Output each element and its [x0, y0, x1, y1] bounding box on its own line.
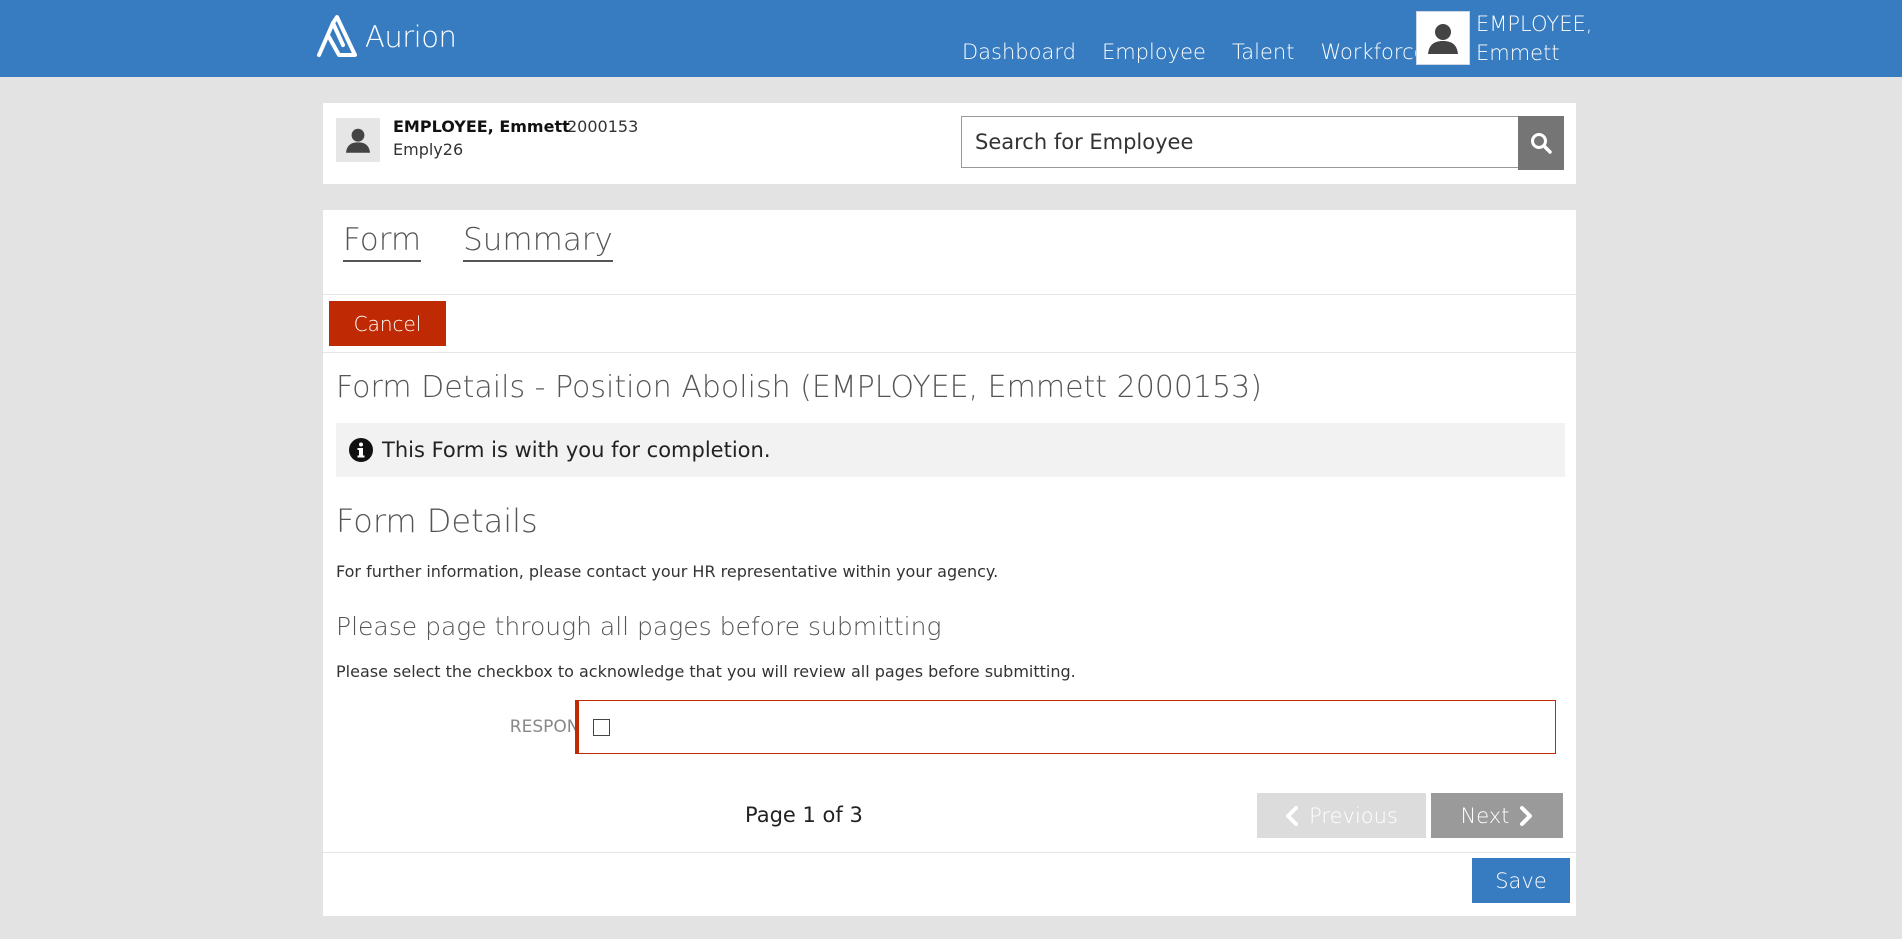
chevron-left-icon [1286, 805, 1299, 826]
divider [323, 852, 1576, 853]
search-button[interactable] [1518, 116, 1564, 170]
aurion-logo-icon [317, 15, 357, 57]
nav-dashboard[interactable]: Dashboard [962, 40, 1076, 64]
employee-id: 2000153 [567, 117, 639, 136]
form-tabs: Form Summary [343, 222, 655, 262]
cancel-button[interactable]: Cancel [329, 301, 446, 346]
top-navigation-bar: Aurion Dashboard Employee Talent Workfor… [0, 0, 1902, 77]
user-name-line1: EMPLOYEE, [1476, 12, 1593, 36]
employee-header-panel: EMPLOYEE, Emmett 2000153 Emply26 [323, 103, 1576, 184]
response-field [575, 700, 1556, 754]
nav-talent[interactable]: Talent [1232, 40, 1295, 64]
subsection-title: Please page through all pages before sub… [336, 612, 942, 641]
info-icon [349, 438, 373, 462]
nav-workforce[interactable]: Workforce [1320, 40, 1426, 64]
main-nav: Dashboard Employee Talent Workforce [962, 40, 1453, 64]
section-text: For further information, please contact … [336, 562, 999, 581]
employee-avatar [336, 118, 380, 162]
page-indicator: Page 1 of 3 [745, 803, 863, 827]
employee-search [961, 116, 1567, 170]
chevron-right-icon [1520, 805, 1533, 826]
nav-employee[interactable]: Employee [1102, 40, 1206, 64]
form-title: Form Details - Position Abolish (EMPLOYE… [336, 370, 1262, 405]
subsection-text: Please select the checkbox to acknowledg… [336, 662, 1076, 681]
next-button[interactable]: Next [1431, 793, 1563, 838]
info-text: This Form is with you for completion. [382, 438, 771, 462]
divider [323, 352, 1576, 353]
user-name: EMPLOYEE, Emmett [1476, 10, 1592, 68]
aurion-logo[interactable]: Aurion [315, 14, 457, 60]
save-button[interactable]: Save [1472, 858, 1570, 903]
search-icon [1531, 133, 1552, 154]
info-banner: This Form is with you for completion. [336, 423, 1565, 477]
acknowledge-checkbox[interactable] [593, 719, 610, 736]
previous-button[interactable]: Previous [1257, 793, 1426, 838]
employee-name: EMPLOYEE, Emmett [393, 117, 570, 136]
user-menu[interactable]: EMPLOYEE, Emmett [1416, 11, 1592, 68]
previous-label: Previous [1309, 803, 1398, 828]
employee-username: Emply26 [393, 140, 464, 159]
person-icon [1428, 24, 1458, 54]
user-name-line2: Emmett [1476, 41, 1560, 65]
tab-summary[interactable]: Summary [463, 222, 613, 262]
tab-form[interactable]: Form [343, 222, 422, 262]
app-name: Aurion [365, 20, 457, 54]
user-avatar [1416, 11, 1470, 65]
divider [323, 294, 1576, 295]
section-title: Form Details [336, 502, 538, 540]
form-card: Form Summary Cancel Form Details - Posit… [323, 210, 1576, 916]
next-label: Next [1460, 803, 1510, 828]
person-icon [346, 128, 370, 153]
search-input[interactable] [961, 116, 1522, 168]
